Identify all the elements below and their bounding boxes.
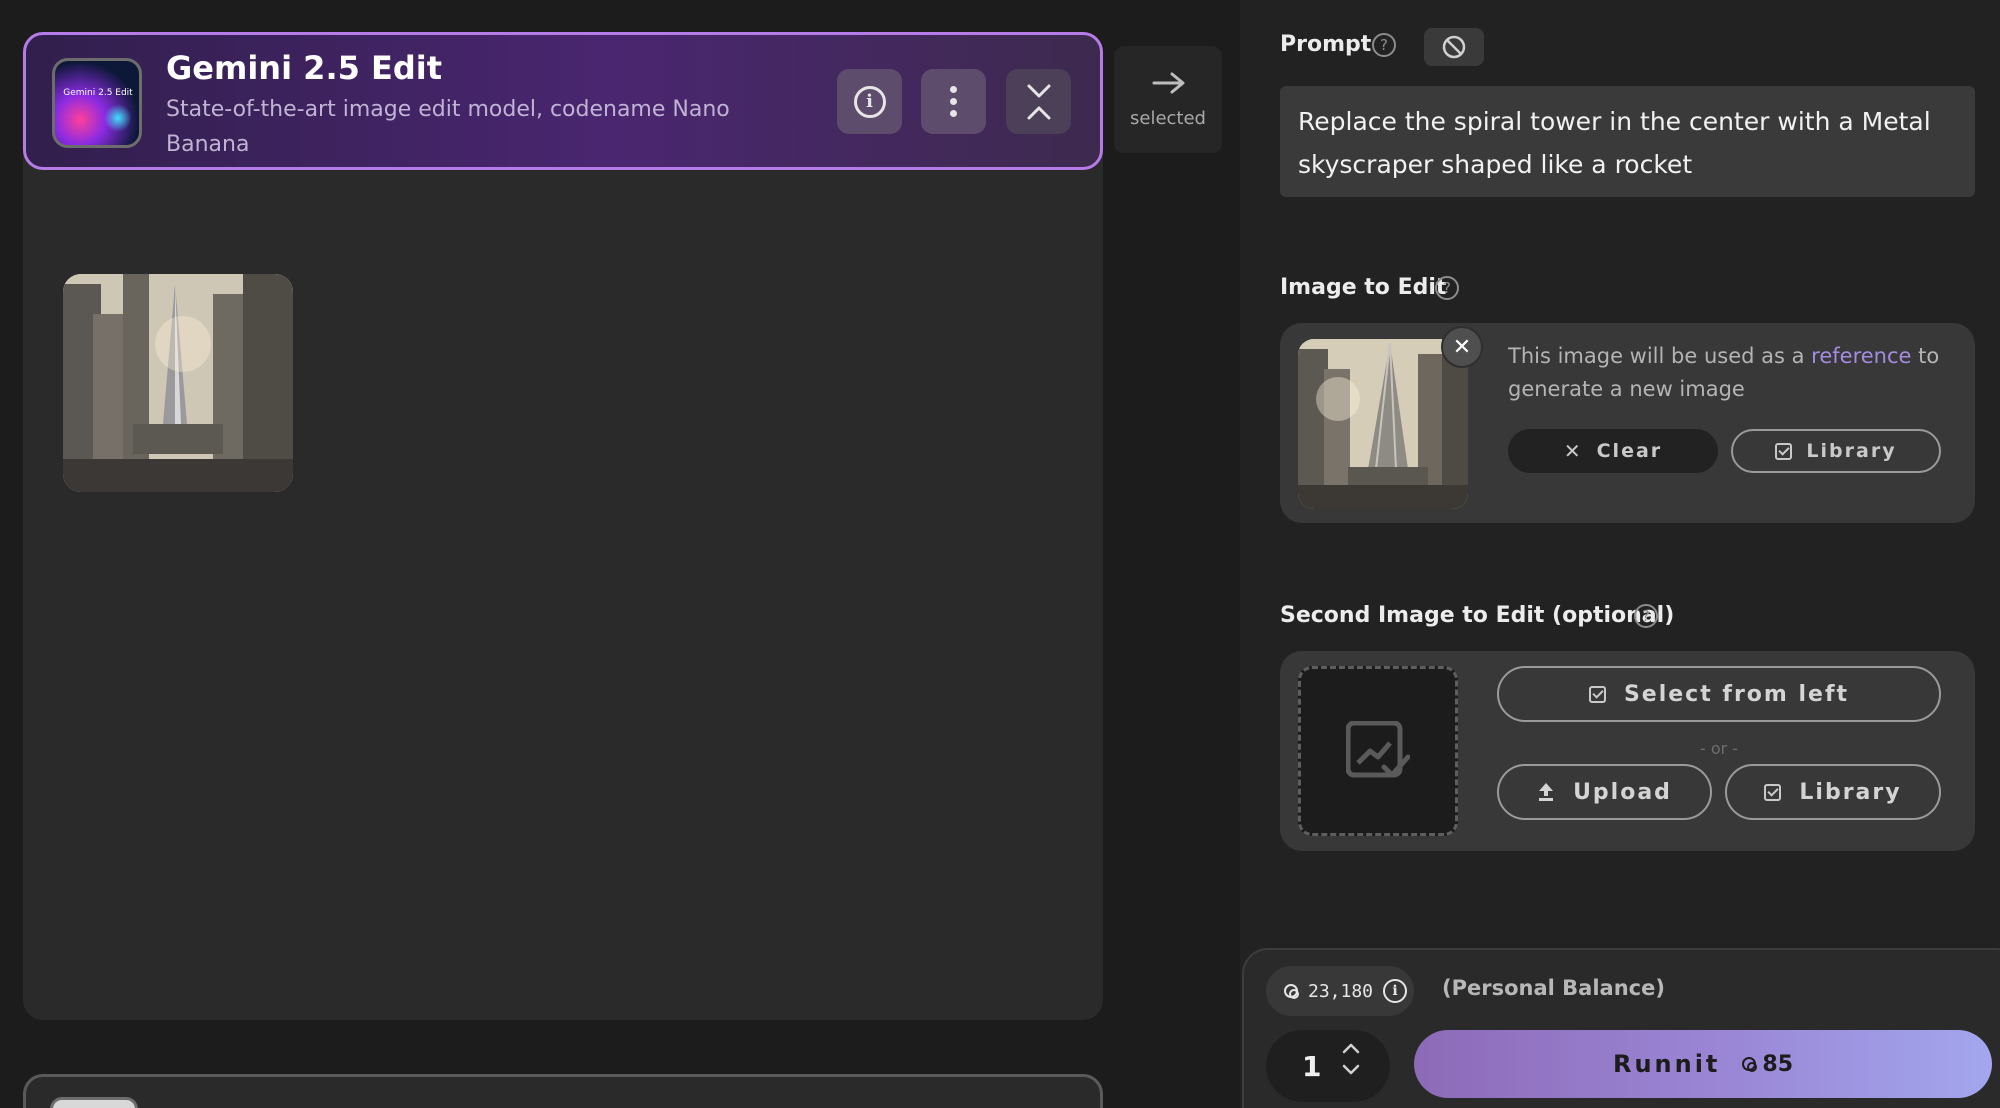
run-bar: 23,180 i (Personal Balance) 1 Runnit 85: [1242, 948, 2000, 1108]
image-to-edit-thumbnail[interactable]: [1298, 339, 1468, 509]
ban-icon: [1442, 35, 1466, 59]
selected-connector[interactable]: selected: [1114, 46, 1222, 153]
reference-text-before: This image will be used as a: [1508, 344, 1812, 368]
next-node-card[interactable]: [23, 1074, 1103, 1108]
balance-chip[interactable]: 23,180 i: [1266, 966, 1414, 1016]
upload-button[interactable]: Upload: [1497, 764, 1712, 820]
image-drop-zone[interactable]: [1298, 666, 1458, 836]
run-cost: 85: [1742, 1052, 1793, 1077]
run-button[interactable]: Runnit 85: [1414, 1030, 1992, 1098]
model-thumbnail: Gemini 2.5 Edit: [52, 58, 142, 148]
close-icon: ✕: [1452, 334, 1472, 360]
help-icon[interactable]: ?: [1372, 33, 1396, 57]
run-cost-value: 85: [1762, 1051, 1794, 1077]
app-root: Gemini 2.5 Edit Gemini 2.5 Edit State-of…: [0, 0, 2000, 1108]
output-image-graphic: [63, 274, 293, 492]
close-icon: ✕: [1563, 439, 1583, 463]
quantity-stepper[interactable]: 1: [1266, 1030, 1390, 1102]
selected-label: selected: [1130, 108, 1206, 129]
thumbnail-glow: [105, 103, 131, 133]
image-check-icon: [1346, 721, 1410, 778]
reference-description: This image will be used as a reference t…: [1508, 340, 1958, 406]
source-image-graphic: [1298, 339, 1468, 509]
prompt-label: Prompt: [1280, 32, 1372, 57]
info-icon: i: [853, 85, 886, 118]
remove-image-button[interactable]: ✕: [1441, 326, 1483, 368]
more-options-button[interactable]: [921, 69, 986, 134]
collapse-button[interactable]: [1006, 69, 1071, 134]
help-icon[interactable]: ?: [1634, 604, 1658, 628]
negative-prompt-toggle[interactable]: [1424, 28, 1484, 66]
clear-label: Clear: [1596, 440, 1663, 462]
help-icon[interactable]: ?: [1435, 276, 1459, 300]
info-button[interactable]: i: [837, 69, 902, 134]
select-from-left-button[interactable]: Select from left: [1497, 666, 1941, 722]
chevron-up-icon[interactable]: [1342, 1042, 1360, 1054]
upload-icon: [1539, 783, 1554, 801]
thumbnail-text: Gemini 2.5 Edit: [63, 88, 133, 98]
more-vertical-icon: [950, 86, 957, 117]
second-image-label: Second Image to Edit (optional): [1280, 603, 1675, 628]
node-card: [23, 32, 1103, 1020]
checkbox-icon: [1775, 442, 1793, 460]
checkbox-icon: [1588, 685, 1606, 703]
balance-label: (Personal Balance): [1442, 976, 1665, 1000]
quantity-value: 1: [1302, 1049, 1322, 1083]
arrow-right-icon: [1152, 72, 1185, 94]
upload-label: Upload: [1573, 779, 1672, 805]
library-label: Library: [1799, 779, 1902, 805]
collapse-chevrons-icon: [1027, 84, 1050, 119]
image-to-edit-label: Image to Edit: [1280, 275, 1447, 300]
node-title: Gemini 2.5 Edit: [166, 49, 443, 87]
clear-button[interactable]: ✕ Clear: [1508, 429, 1718, 473]
node-header[interactable]: Gemini 2.5 Edit Gemini 2.5 Edit State-of…: [23, 32, 1103, 170]
select-from-left-label: Select from left: [1623, 681, 1850, 707]
library-label: Library: [1806, 440, 1897, 462]
checkbox-icon: [1764, 783, 1782, 801]
image-to-edit-card: ✕ This image will be used as a reference…: [1280, 323, 1975, 523]
or-divider: - or -: [1699, 739, 1739, 758]
credits-icon: [1742, 1057, 1758, 1072]
balance-value: 23,180: [1308, 980, 1374, 1002]
library-button[interactable]: Library: [1725, 764, 1941, 820]
reference-link[interactable]: reference: [1811, 344, 1911, 368]
credits-icon: [1284, 984, 1299, 999]
second-image-card: Select from left - or - Upload Library: [1280, 651, 1975, 851]
node-description: State-of-the-art image edit model, coden…: [166, 97, 730, 157]
next-node-thumbnail: [50, 1097, 138, 1108]
quantity-arrows: [1342, 1042, 1360, 1076]
chevron-down-icon[interactable]: [1342, 1064, 1360, 1076]
info-icon[interactable]: i: [1383, 979, 1408, 1003]
library-button[interactable]: Library: [1731, 429, 1941, 473]
output-image[interactable]: [63, 274, 293, 492]
prompt-input[interactable]: Replace the spiral tower in the center w…: [1280, 86, 1975, 197]
run-button-label: Runnit: [1612, 1050, 1721, 1078]
